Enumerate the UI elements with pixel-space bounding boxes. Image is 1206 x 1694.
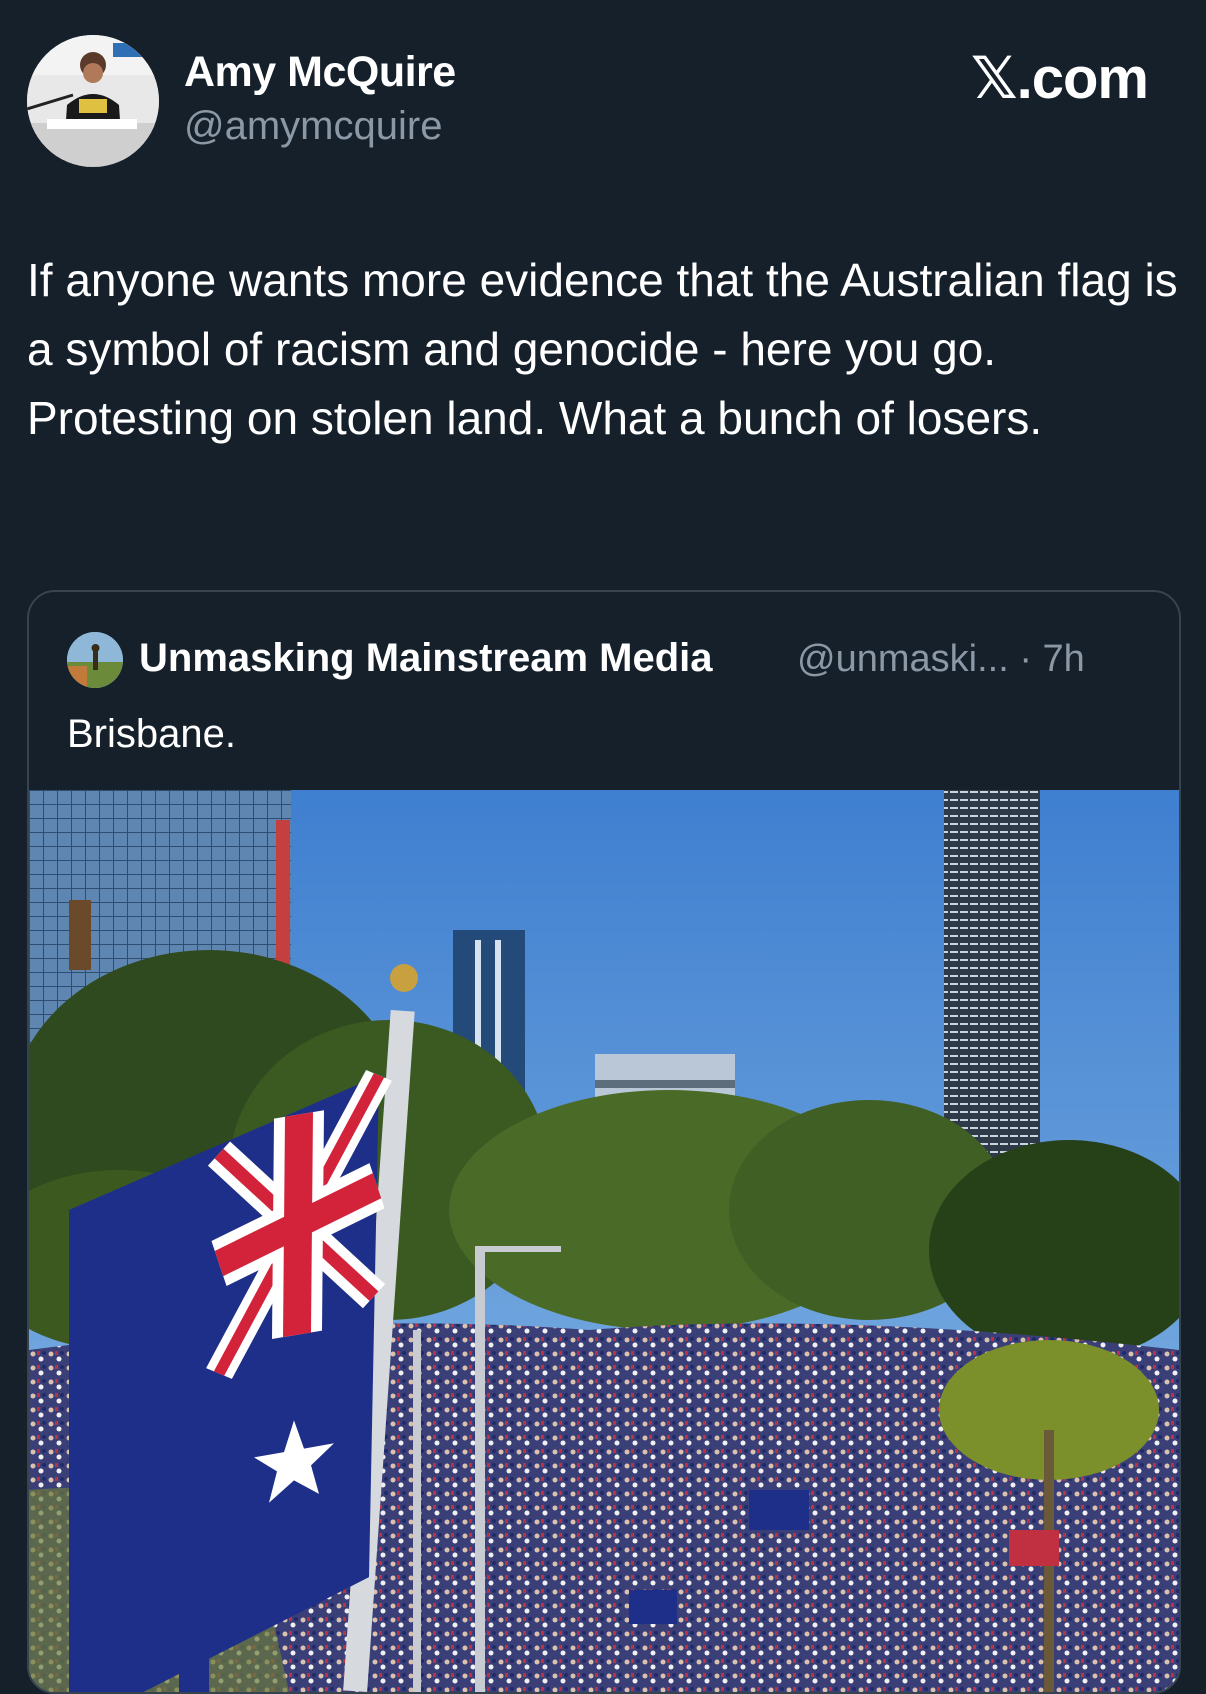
quoted-tweet-card[interactable]: Unmasking Mainstream Media @unmaski... ·…	[27, 590, 1181, 1694]
quoted-timestamp[interactable]: 7h	[1043, 638, 1085, 680]
meta-separator: ·	[1019, 638, 1032, 680]
profile-photo-icon	[27, 35, 159, 167]
tweet-text: If anyone wants more evidence that the A…	[27, 254, 1178, 444]
author-avatar[interactable]	[27, 35, 159, 167]
quoted-author-handle[interactable]: @unmaski...	[797, 638, 1009, 680]
quoted-media-image[interactable]	[29, 790, 1179, 1692]
author-name[interactable]: Amy McQuire	[184, 48, 456, 97]
quoted-author-avatar[interactable]	[67, 632, 123, 688]
brand-suffix: .com	[1016, 46, 1149, 111]
quoted-author-name[interactable]: Unmasking Mainstream Media	[139, 636, 713, 681]
quoted-tweet-text: Brisbane.	[67, 712, 236, 756]
brand-logo: 𝕏.com	[970, 44, 1149, 112]
photo-crowd-with-australian-flags-icon	[29, 790, 1179, 1692]
quoted-meta: @unmaski... · 7h	[797, 638, 1085, 681]
profile-photo-icon	[67, 632, 123, 688]
author-handle[interactable]: @amymcquire	[184, 104, 442, 149]
x-logo-icon: 𝕏	[970, 44, 1018, 112]
